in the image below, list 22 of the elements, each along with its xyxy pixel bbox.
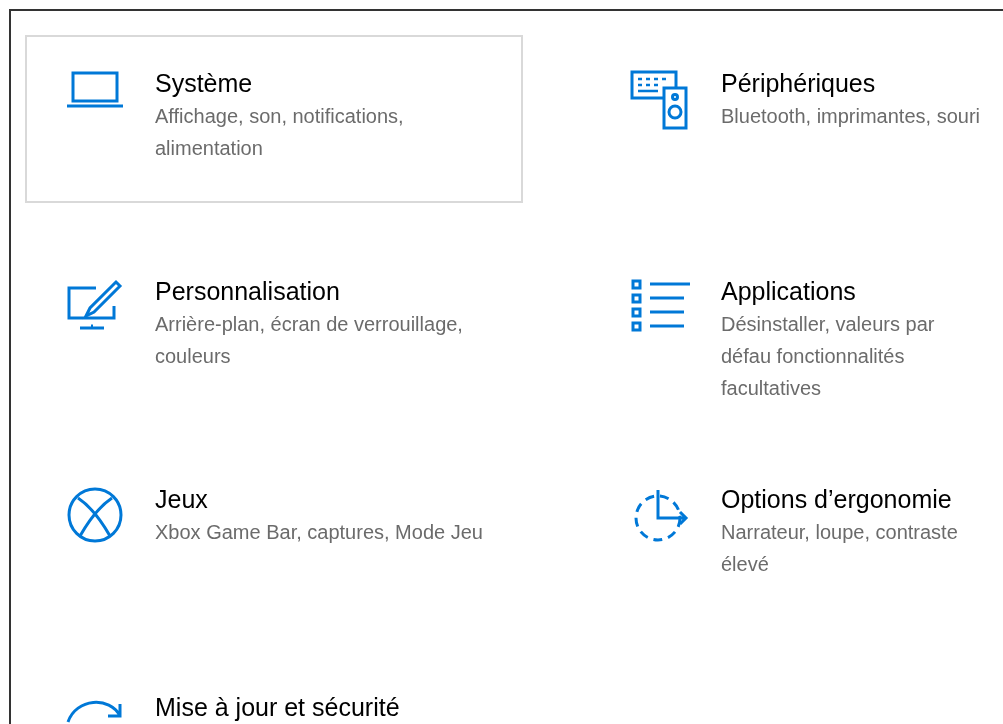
settings-tile[interactable]: Mise à jour et sécurité — [25, 659, 523, 724]
tile-title: Personnalisation — [155, 276, 341, 306]
tile-title: Système — [155, 68, 254, 98]
tile-title: Options d’ergonomie — [721, 484, 953, 514]
settings-tile[interactable]: Applications Désinstaller, valeurs par défau fonctionnalités facultatives — [591, 243, 1003, 411]
settings-tile[interactable]: Périphériques Bluetooth, imprimantes, souri — [591, 35, 1003, 203]
settings-tile[interactable]: Système Affichage, son, notifications, alimentation — [25, 35, 523, 203]
tile-title: Mise à jour et sécurité — [155, 692, 400, 722]
tile-title: Applications — [721, 276, 857, 306]
tile-description: Xbox Game Bar, captures, Mode Jeu — [155, 520, 483, 545]
tile-description: Bluetooth, imprimantes, souri — [721, 104, 980, 129]
tile-title: Périphériques — [721, 68, 877, 98]
tile-title: Jeux — [155, 484, 209, 514]
xbox-icon — [66, 486, 124, 544]
tile-description: Affichage, son, notifications, alimentation — [155, 104, 405, 161]
laptop-icon — [65, 70, 125, 110]
settings-tile[interactable]: Options d’ergonomie Narrateur, loupe, contraste élevé — [591, 451, 1003, 619]
settings-tile[interactable]: Personnalisation Arrière-plan, écran de verrouillage, couleurs — [25, 243, 523, 411]
tile-description: Désinstaller, valeurs par défau fonctionnalités facultatives — [721, 312, 936, 401]
tile-description: Narrateur, loupe, contraste élevé — [721, 520, 959, 577]
tile-description: Arrière-plan, écran de verrouillage, couleurs — [155, 312, 464, 369]
settings-tile[interactable]: Jeux Xbox Game Bar, captures, Mode Jeu — [25, 451, 523, 619]
